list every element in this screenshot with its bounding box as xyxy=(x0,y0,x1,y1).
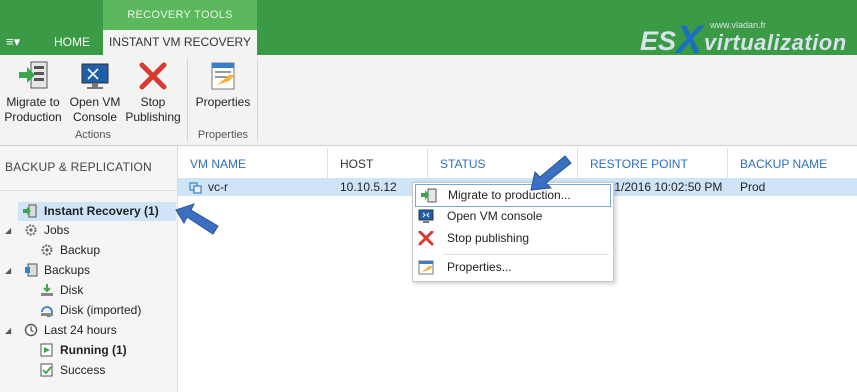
annotation-arrow-icon xyxy=(175,203,219,235)
properties-button[interactable]: Properties xyxy=(193,59,253,110)
column-separator[interactable] xyxy=(427,148,428,178)
logo-es: ES xyxy=(640,26,677,56)
ribbon-separator xyxy=(257,59,258,141)
ribbon-tab-bar: RECOVERY TOOLS ≡▾ HOME INSTANT VM RECOVE… xyxy=(0,0,857,62)
column-separator[interactable] xyxy=(727,148,728,178)
gear-icon xyxy=(25,224,37,236)
expand-arrow-icon[interactable]: ◢ xyxy=(5,266,11,275)
console-button-label: Open VM Console xyxy=(69,95,121,124)
menu-item-open-vm-console[interactable]: Open VM console xyxy=(413,206,613,227)
migrate-icon xyxy=(421,188,437,203)
menu-item-properties[interactable]: Properties... xyxy=(413,257,613,278)
logo-url: www.vladan.fr xyxy=(710,20,767,30)
stop-publishing-button[interactable]: Stop Publishing xyxy=(124,59,182,125)
column-header-restore-point[interactable]: RESTORE POINT xyxy=(590,157,688,171)
brand-logo: ES X www.vladan.fr virtualization xyxy=(640,18,852,62)
stop-icon xyxy=(139,62,167,90)
backup-job-icon xyxy=(41,244,53,256)
column-header-status[interactable]: STATUS xyxy=(440,157,486,171)
tree-item-label: Jobs xyxy=(44,223,70,237)
stop-icon xyxy=(418,231,434,246)
migrate-button-label: Migrate to Production xyxy=(4,95,62,124)
column-header-backup-name[interactable]: BACKUP NAME xyxy=(740,157,827,171)
nav-section-title[interactable]: BACKUP & REPLICATION xyxy=(5,160,152,174)
nav-divider xyxy=(0,190,177,191)
column-separator[interactable] xyxy=(577,148,578,178)
tab-home[interactable]: HOME xyxy=(42,30,102,55)
menu-separator xyxy=(443,254,609,255)
properties-button-label: Properties xyxy=(195,95,251,109)
tree-item-instant-recovery[interactable]: Instant Recovery (1) xyxy=(18,202,176,221)
menu-item-label: Open VM console xyxy=(447,209,543,223)
running-icon xyxy=(40,343,53,357)
column-header-host[interactable]: HOST xyxy=(340,157,373,171)
ribbon-panel: Migrate to Production Open VM Console St… xyxy=(0,55,857,146)
stop-button-label: Stop Publishing xyxy=(125,95,181,124)
open-vm-console-button[interactable]: Open VM Console xyxy=(66,59,124,125)
cell-restore-point: /1/2016 10:02:50 PM xyxy=(611,180,723,194)
cell-host: 10.10.5.12 xyxy=(340,180,397,194)
migrate-to-production-button[interactable]: Migrate to Production xyxy=(2,59,64,125)
column-separator[interactable] xyxy=(327,148,328,178)
menu-item-migrate-to-production[interactable]: Migrate to production... xyxy=(415,184,611,207)
expand-arrow-icon[interactable]: ◢ xyxy=(5,226,11,235)
tab-instant-vm-recovery[interactable]: INSTANT VM RECOVERY xyxy=(103,30,257,55)
cell-vm-name: vc-r xyxy=(208,180,228,194)
backups-icon xyxy=(25,263,38,277)
menu-item-stop-publishing[interactable]: Stop publishing xyxy=(413,228,613,249)
tree-item-label: Success xyxy=(60,363,106,377)
disk-imported-icon xyxy=(41,306,53,317)
context-group-label: RECOVERY TOOLS xyxy=(103,0,257,30)
tree-item-label: Instant Recovery (1) xyxy=(44,204,159,218)
context-menu: Migrate to production... Open VM console… xyxy=(412,182,614,282)
logo-virtualization: virtualization xyxy=(704,30,847,55)
tree-item-label: Disk xyxy=(60,283,84,297)
tree-item-label: Disk (imported) xyxy=(60,303,142,317)
column-header-vm-name[interactable]: VM NAME xyxy=(190,157,246,171)
properties-group-label: Properties xyxy=(197,129,249,141)
tree-item-label: Running (1) xyxy=(60,343,127,357)
instant-recovery-icon xyxy=(23,204,37,218)
console-icon xyxy=(81,63,109,89)
vm-icon xyxy=(189,182,202,194)
clock-icon xyxy=(24,323,38,337)
tree-item-label: Last 24 hours xyxy=(44,323,117,337)
actions-group-label: Actions xyxy=(74,129,112,141)
properties-icon xyxy=(418,260,434,275)
main-menu-button[interactable]: ≡▾ xyxy=(6,34,20,50)
annotation-arrow-icon xyxy=(530,155,572,191)
tree-item-label: Backups xyxy=(44,263,91,277)
disk-download-icon xyxy=(41,284,53,296)
left-nav-panel: BACKUP & REPLICATION Instant Recovery (1… xyxy=(0,146,178,392)
cell-backup-name: Prod xyxy=(740,180,766,194)
menu-item-label: Properties... xyxy=(447,260,512,274)
tree-item-label: Backup xyxy=(60,243,101,257)
expand-arrow-icon[interactable]: ◢ xyxy=(5,326,11,335)
migrate-icon xyxy=(19,61,48,89)
success-icon xyxy=(40,363,53,377)
properties-icon xyxy=(211,62,235,90)
console-icon xyxy=(418,209,434,223)
menu-item-label: Stop publishing xyxy=(447,231,530,245)
